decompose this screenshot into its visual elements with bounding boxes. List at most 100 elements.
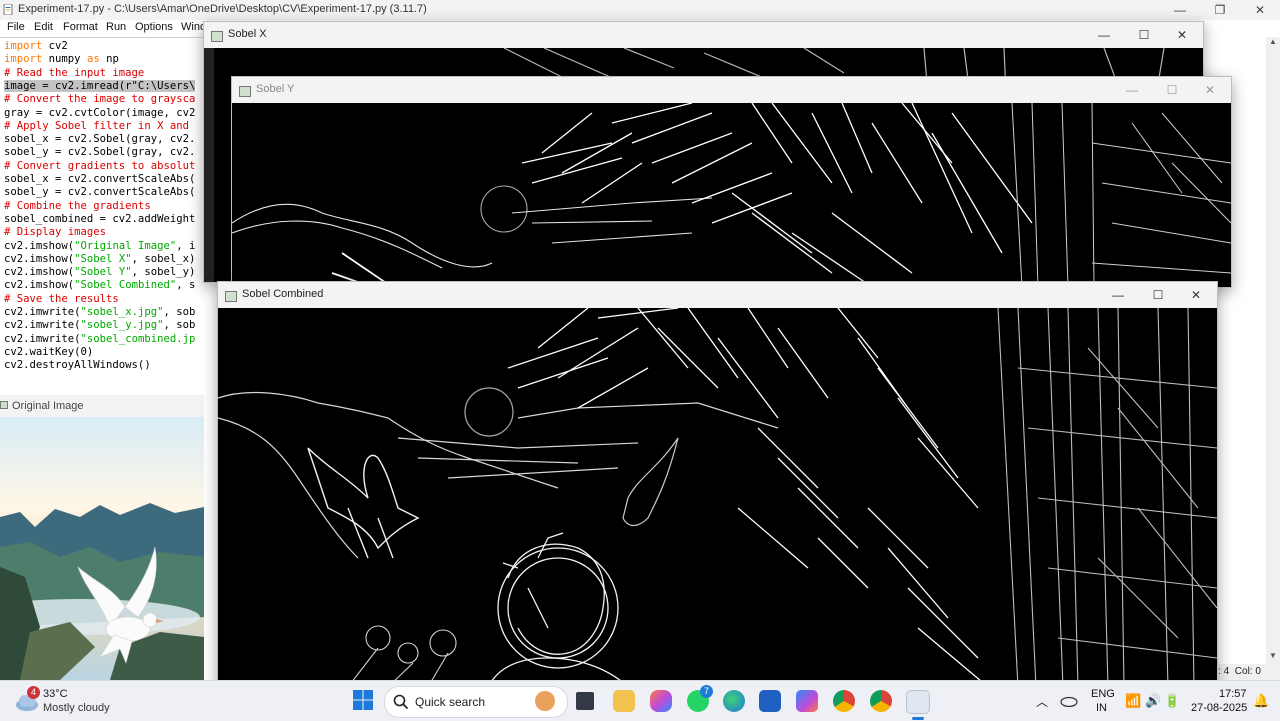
edge-browser-icon[interactable] [723, 690, 745, 712]
start-button[interactable] [352, 689, 374, 711]
code-token: "sobel_y.jpg" [80, 319, 164, 332]
battery-icon[interactable]: 🔋 [1164, 693, 1180, 709]
microsoft-365-icon[interactable] [796, 690, 818, 712]
menu-file[interactable]: File [7, 21, 25, 33]
clock-date[interactable]: 27-08-2025 [1191, 702, 1247, 714]
code-line[interactable]: cv2.imshow("Sobel Combined", s [4, 279, 195, 292]
copilot-icon[interactable] [650, 690, 672, 712]
editor-titlebar[interactable]: Experiment-17.py - C:\Users\Amar\OneDriv… [0, 0, 1280, 20]
file-explorer-icon[interactable] [613, 690, 635, 712]
sobel-x-close-button[interactable]: ✕ [1163, 22, 1201, 48]
menu-edit[interactable]: Edit [34, 21, 53, 33]
code-line[interactable]: cv2.imwrite("sobel_y.jpg", sob [4, 319, 195, 332]
code-line[interactable]: cv2.imshow("Original Image", i [4, 240, 195, 253]
code-line[interactable]: sobel_y = cv2.convertScaleAbs( [4, 186, 195, 199]
weather-description: Mostly cloudy [43, 702, 110, 714]
code-line[interactable]: import cv2 [4, 40, 68, 53]
code-line[interactable]: sobel_x = cv2.convertScaleAbs( [4, 173, 195, 186]
weather-badge: 4 [27, 686, 40, 699]
code-line[interactable]: # Save the results [4, 293, 119, 306]
wifi-icon[interactable]: 📶 [1125, 693, 1141, 709]
code-line[interactable]: # Read the input image [4, 67, 144, 80]
code-token: # Save the results [4, 292, 119, 305]
code-line[interactable]: cv2.imshow("Sobel X", sobel_x) [4, 253, 195, 266]
scroll-down-icon[interactable]: ▼ [1269, 651, 1277, 660]
python-idle-icon[interactable] [906, 690, 930, 714]
code-line[interactable]: # Convert gradients to absolut [4, 160, 195, 173]
clock-time[interactable]: 17:57 [1219, 688, 1247, 700]
code-line[interactable]: sobel_combined = cv2.addWeight [4, 213, 195, 226]
code-line[interactable]: # Display images [4, 226, 106, 239]
code-token: sobel_combined = cv2.addWeight [4, 212, 196, 225]
search-box[interactable]: Quick search [384, 686, 568, 718]
task-view-icon[interactable] [576, 692, 594, 710]
code-token: numpy [42, 53, 87, 66]
close-button[interactable]: ✕ [1240, 0, 1280, 20]
maximize-button[interactable]: ❐ [1200, 0, 1240, 20]
volume-icon[interactable]: 🔊 [1145, 693, 1161, 709]
menu-run[interactable]: Run [106, 21, 126, 33]
code-token: # Read the input image [4, 66, 145, 79]
code-token: sobel_x = cv2.convertScaleAbs( [4, 173, 196, 185]
scroll-up-icon[interactable]: ▲ [1269, 37, 1277, 46]
original-image-window: Original Image [0, 395, 204, 680]
code-line[interactable]: cv2.waitKey(0) [4, 346, 93, 359]
sobel-y-title: Sobel Y [256, 83, 295, 95]
code-token: # Convert gradients to absolut [4, 159, 196, 172]
microsoft-store-icon[interactable] [759, 690, 781, 712]
code-line[interactable]: gray = cv2.cvtColor(image, cv2 [4, 107, 195, 120]
chevron-up-icon[interactable]: ︿ [1036, 693, 1048, 710]
flowers-edges [347, 625, 457, 687]
code-token: cv2.imshow( [4, 239, 75, 252]
sobel-y-titlebar[interactable]: Sobel Y — ☐ ✕ [232, 77, 1231, 103]
language-indicator[interactable]: ENG [1091, 688, 1115, 700]
close-icon: ✕ [1176, 28, 1188, 42]
original-image-canvas [0, 417, 204, 680]
region-indicator[interactable]: IN [1096, 702, 1107, 714]
sobel-combined-minimize-button[interactable]: — [1099, 282, 1137, 308]
code-line[interactable]: import numpy as np [4, 53, 119, 66]
code-editor[interactable]: import cv2 import numpy as np # Read the i… [0, 37, 205, 393]
sobel-x-title: Sobel X [228, 28, 267, 40]
menu-options[interactable]: Options [135, 21, 173, 33]
code-token: "Original Image" [74, 239, 177, 252]
minimize-button[interactable]: — [1160, 0, 1200, 20]
code-line[interactable]: sobel_x = cv2.Sobel(gray, cv2. [4, 133, 195, 146]
code-line[interactable]: cv2.imshow("Sobel Y", sobel_y) [4, 266, 195, 279]
window-icon [0, 401, 8, 409]
onedrive-icon[interactable] [1060, 693, 1078, 707]
sobel-y-close-button[interactable]: ✕ [1191, 77, 1229, 103]
sobel-combined-canvas [218, 308, 1217, 687]
code-line[interactable]: sobel_y = cv2.Sobel(gray, cv2. [4, 146, 195, 159]
sobel-y-maximize-button[interactable]: ☐ [1153, 77, 1191, 103]
code-token: as [86, 53, 100, 66]
whatsapp-icon[interactable]: 7 [687, 685, 713, 712]
sobel-x-minimize-button[interactable]: — [1085, 22, 1123, 48]
code-line[interactable]: # Apply Sobel filter in X and [4, 120, 189, 133]
chrome-profile-icon[interactable] [870, 690, 892, 712]
chrome-icon[interactable] [833, 690, 855, 712]
sobel-combined-close-button[interactable]: ✕ [1177, 282, 1215, 308]
window-icon [239, 86, 251, 97]
code-line[interactable]: cv2.imwrite("sobel_combined.jp [4, 333, 195, 346]
sobel-combined-titlebar[interactable]: Sobel Combined — ☐ ✕ [218, 282, 1217, 308]
code-line[interactable]: # Convert the image to graysca [4, 93, 195, 106]
code-line[interactable]: image = cv2.imread(r"C:\Users\ [4, 79, 196, 93]
code-line[interactable]: cv2.imwrite("sobel_x.jpg", sob [4, 306, 195, 319]
code-token: cv2 [42, 40, 68, 52]
sobel-y-canvas [232, 103, 1231, 287]
sobel-combined-maximize-button[interactable]: ☐ [1139, 282, 1177, 308]
weather-widget[interactable]: 4 33°C Mostly cloudy [10, 686, 140, 718]
code-line[interactable]: # Combine the gradients [4, 200, 151, 213]
notification-bell-icon[interactable]: 🔔 [1253, 693, 1269, 709]
menu-format[interactable]: Format [63, 21, 98, 33]
python-file-icon [3, 4, 13, 15]
sobel-x-maximize-button[interactable]: ☐ [1125, 22, 1163, 48]
search-highlight-icon [535, 691, 555, 711]
whatsapp-badge: 7 [700, 685, 713, 698]
vertical-scrollbar[interactable]: ▲ ▼ [1266, 37, 1280, 664]
sobel-y-minimize-button[interactable]: — [1113, 77, 1151, 103]
code-line[interactable]: cv2.destroyAllWindows() [4, 359, 151, 372]
code-token: cv2.imshow( [4, 279, 75, 292]
sobel-x-titlebar[interactable]: Sobel X — ☐ ✕ [204, 22, 1203, 48]
